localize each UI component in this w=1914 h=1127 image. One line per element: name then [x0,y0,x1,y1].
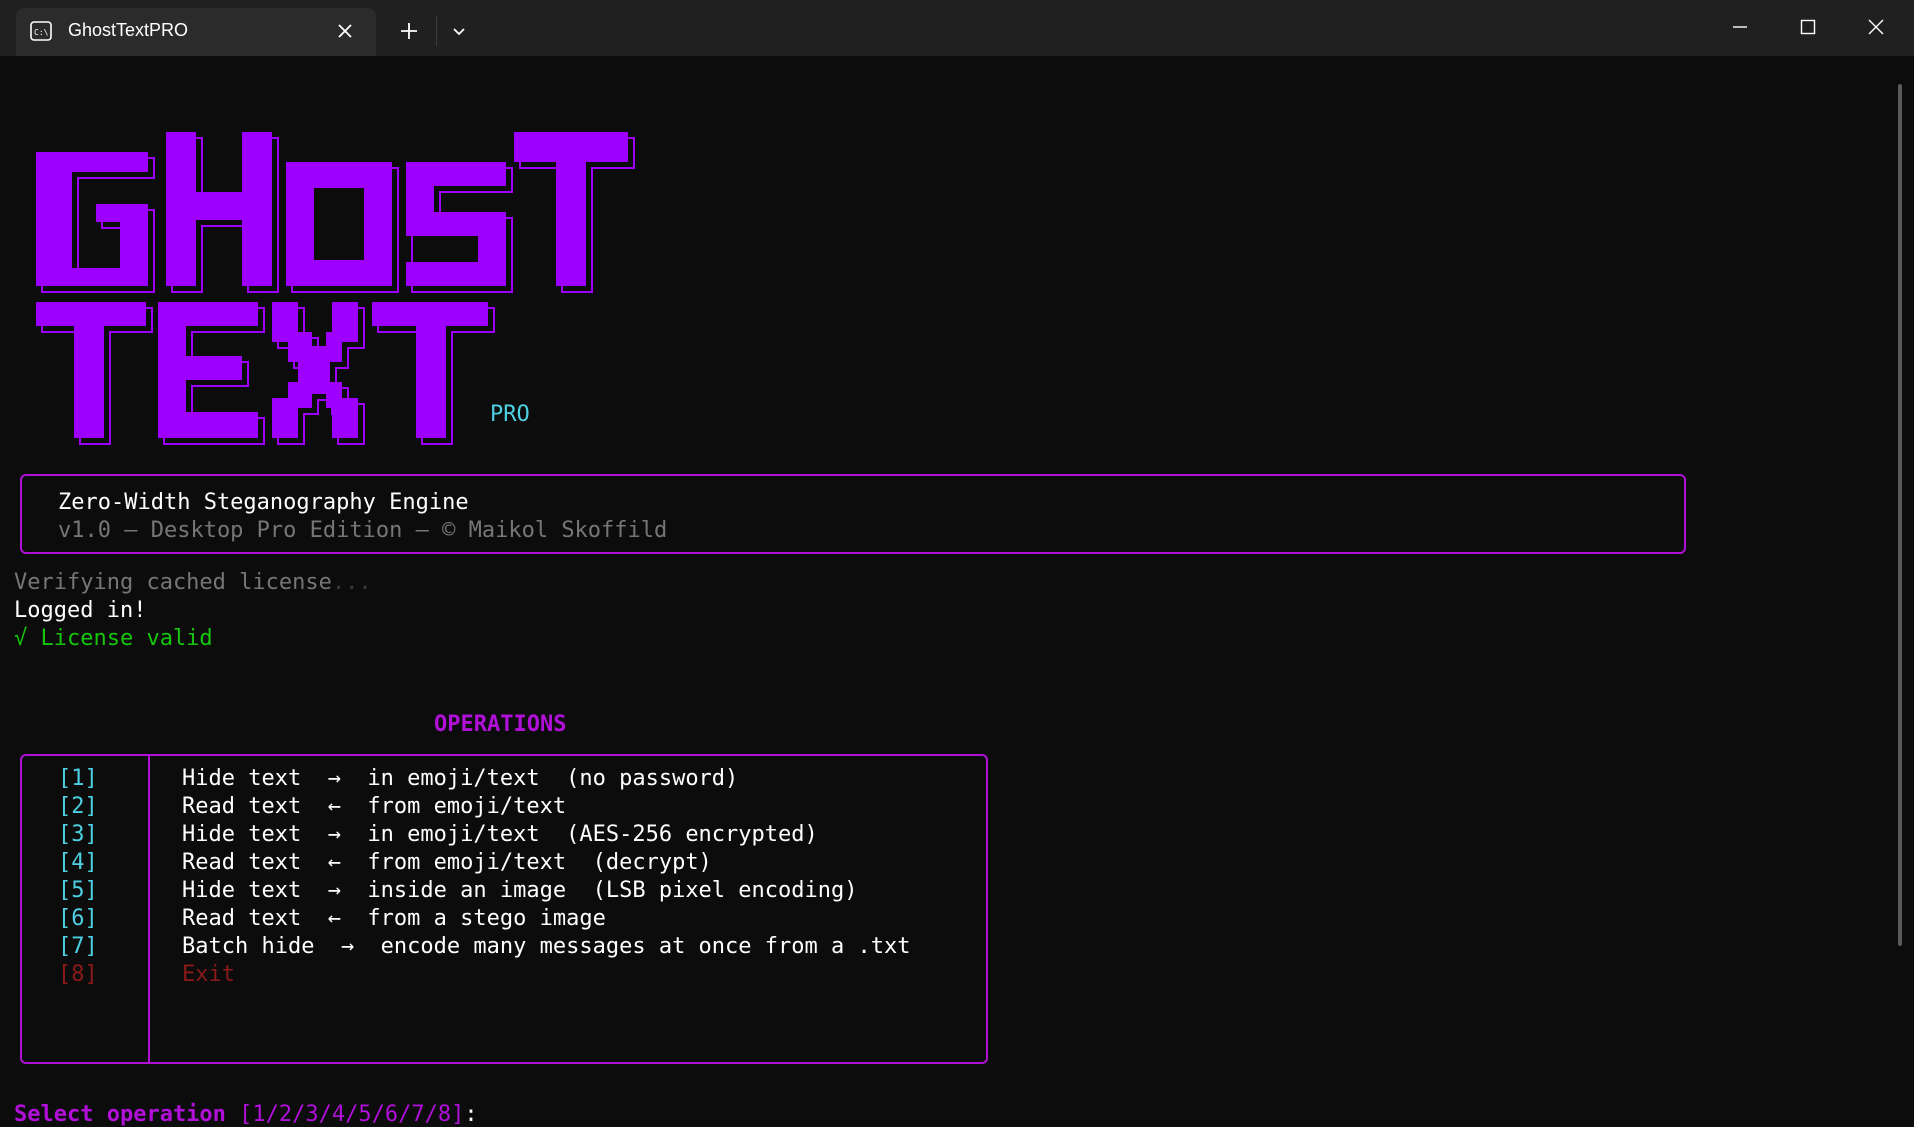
header-title: Zero-Width Steganography Engine [58,490,469,515]
verifying-text: Verifying cached license [14,570,332,595]
tab-separator [436,16,437,46]
svg-text:C:\: C:\ [34,28,49,37]
operations-title: OPERATIONS [434,712,567,737]
header-subtitle: v1.0 — Desktop Pro Edition — © Maikol Sk… [58,518,668,543]
menu-item-label: Hide text → in emoji/text (AES-256 encry… [182,822,818,847]
tab-ghosttextpro[interactable]: C:\ GhostTextPRO [16,8,376,56]
logo-letter-s [406,162,513,293]
menu-item-key: [1] [58,766,98,791]
status-license-valid: √ License valid [14,626,213,651]
logo-letter-g [36,152,155,293]
status-verifying: Verifying cached license... [14,570,372,595]
pro-tag: PRO [490,402,530,427]
minimize-button[interactable] [1706,0,1774,54]
menu-item-label: Read text ← from emoji/text (decrypt) [182,850,712,875]
prompt-label: Select operation [14,1102,226,1127]
menu-item-label: Exit [182,962,235,987]
logo-letter-e [158,302,265,445]
menu-item-label: Batch hide → encode many messages at onc… [182,934,911,959]
scrollbar[interactable] [1898,84,1902,946]
prompt-input[interactable] [491,1103,511,1127]
maximize-button[interactable] [1774,0,1842,54]
menu-item-key: [2] [58,794,98,819]
terminal-console[interactable]: PRO Zero-Width Steganography Engine v1.0… [0,56,1910,1127]
logo-letter-o [286,162,399,293]
operations-menu: [1] Hide text → in emoji/text (no passwo… [20,754,988,1064]
status-logged-in: Logged in! [14,598,147,623]
logo-letter-h [166,132,279,293]
menu-item-hide-image[interactable]: [5] Hide text → inside an image (LSB pix… [22,878,986,906]
menu-item-label: Read text ← from a stego image [182,906,606,931]
logo-letter-t [514,132,635,293]
verifying-dots: ... [331,570,372,595]
ghost-text-logo [36,132,635,445]
menu-item-key: [8] [58,962,98,987]
maximize-icon [1800,19,1816,35]
menu-item-read-decrypt[interactable]: [4] Read text ← from emoji/text (decrypt… [22,850,986,878]
logo-letter-t2 [36,302,153,445]
close-icon [1868,19,1884,35]
menu-item-key: [3] [58,822,98,847]
menu-item-hide-text[interactable]: [1] Hide text → in emoji/text (no passwo… [22,766,986,794]
prompt-choices: [1/2/3/4/5/6/7/8] [239,1102,465,1127]
menu-item-key: [6] [58,906,98,931]
menu-item-exit[interactable]: [8] Exit [22,962,986,990]
logo-letter-x [272,302,365,445]
chevron-down-icon[interactable] [446,18,472,44]
new-tab-icon[interactable] [396,18,422,44]
header-box: Zero-Width Steganography Engine v1.0 — D… [20,474,1686,554]
menu-item-label: Hide text → in emoji/text (no password) [182,766,739,791]
menu-item-hide-encrypted[interactable]: [3] Hide text → in emoji/text (AES-256 e… [22,822,986,850]
menu-item-label: Hide text → inside an image (LSB pixel e… [182,878,858,903]
menu-item-key: [4] [58,850,98,875]
operation-prompt: Select operation [1/2/3/4/5/6/7/8]: [14,1102,511,1127]
prompt-colon: : [464,1102,478,1127]
menu-item-key: [7] [58,934,98,959]
tab-title: GhostTextPRO [68,20,189,40]
close-button[interactable] [1842,0,1910,54]
menu-item-read-text[interactable]: [2] Read text ← from emoji/text [22,794,986,822]
terminal-icon: C:\ [30,21,52,41]
minimize-icon [1733,26,1747,28]
menu-item-key: [5] [58,878,98,903]
tab-close-icon[interactable] [336,22,354,40]
menu-item-read-image[interactable]: [6] Read text ← from a stego image [22,906,986,934]
window-titlebar: C:\ GhostTextPRO [0,0,1914,56]
menu-item-batch-hide[interactable]: [7] Batch hide → encode many messages at… [22,934,986,962]
menu-item-label: Read text ← from emoji/text [182,794,567,819]
logo-letter-t3 [372,302,495,445]
